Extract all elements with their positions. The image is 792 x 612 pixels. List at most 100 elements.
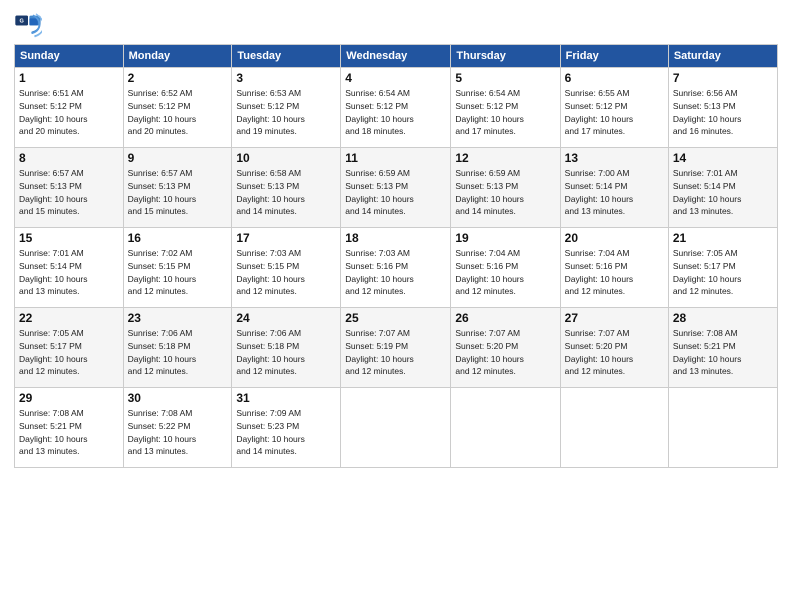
day-number: 24	[236, 311, 336, 325]
logo-icon: G	[14, 10, 42, 38]
day-info: Sunrise: 7:08 AM Sunset: 5:21 PM Dayligh…	[673, 327, 773, 378]
day-number: 1	[19, 71, 119, 85]
day-info: Sunrise: 7:00 AM Sunset: 5:14 PM Dayligh…	[565, 167, 664, 218]
calendar-cell: 12Sunrise: 6:59 AM Sunset: 5:13 PM Dayli…	[451, 148, 560, 228]
day-number: 10	[236, 151, 336, 165]
day-info: Sunrise: 7:04 AM Sunset: 5:16 PM Dayligh…	[455, 247, 555, 298]
day-number: 5	[455, 71, 555, 85]
day-info: Sunrise: 6:54 AM Sunset: 5:12 PM Dayligh…	[345, 87, 446, 138]
day-info: Sunrise: 7:08 AM Sunset: 5:22 PM Dayligh…	[128, 407, 228, 458]
weekday-header-wednesday: Wednesday	[341, 45, 451, 68]
calendar-cell: 30 Sunrise: 7:08 AM Sunset: 5:22 PM Dayli…	[123, 388, 232, 468]
day-number: 15	[19, 231, 119, 245]
day-number: 4	[345, 71, 446, 85]
weekday-header-saturday: Saturday	[668, 45, 777, 68]
day-info: Sunrise: 7:06 AM Sunset: 5:18 PM Dayligh…	[128, 327, 228, 378]
day-number: 27	[565, 311, 664, 325]
day-info: Sunrise: 6:57 AM Sunset: 5:13 PM Dayligh…	[128, 167, 228, 218]
day-number: 30	[128, 391, 228, 405]
day-info: Sunrise: 7:03 AM Sunset: 5:15 PM Dayligh…	[236, 247, 336, 298]
calendar-cell: 15 Sunrise: 7:01 AM Sunset: 5:14 PM Dayli…	[15, 228, 124, 308]
page-header: G	[14, 10, 778, 38]
calendar-cell: 16 Sunrise: 7:02 AM Sunset: 5:15 PM Dayli…	[123, 228, 232, 308]
day-info: Sunrise: 7:02 AM Sunset: 5:15 PM Dayligh…	[128, 247, 228, 298]
day-number: 8	[19, 151, 119, 165]
day-info: Sunrise: 7:04 AM Sunset: 5:16 PM Dayligh…	[565, 247, 664, 298]
calendar-cell	[560, 388, 668, 468]
day-info: Sunrise: 7:07 AM Sunset: 5:19 PM Dayligh…	[345, 327, 446, 378]
calendar-cell: 28 Sunrise: 7:08 AM Sunset: 5:21 PM Dayli…	[668, 308, 777, 388]
calendar-cell: 17 Sunrise: 7:03 AM Sunset: 5:15 PM Dayli…	[232, 228, 341, 308]
calendar-cell: 22Sunrise: 7:05 AM Sunset: 5:17 PM Dayli…	[15, 308, 124, 388]
day-info: Sunrise: 7:09 AM Sunset: 5:23 PM Dayligh…	[236, 407, 336, 458]
calendar-cell: 19 Sunrise: 7:04 AM Sunset: 5:16 PM Dayli…	[451, 228, 560, 308]
calendar-cell: 20Sunrise: 7:04 AM Sunset: 5:16 PM Dayli…	[560, 228, 668, 308]
day-number: 19	[455, 231, 555, 245]
calendar-cell: 3 Sunrise: 6:53 AM Sunset: 5:12 PM Daylig…	[232, 68, 341, 148]
day-number: 25	[345, 311, 446, 325]
day-number: 6	[565, 71, 664, 85]
day-info: Sunrise: 7:07 AM Sunset: 5:20 PM Dayligh…	[455, 327, 555, 378]
calendar-cell: 9 Sunrise: 6:57 AM Sunset: 5:13 PM Daylig…	[123, 148, 232, 228]
day-info: Sunrise: 7:01 AM Sunset: 5:14 PM Dayligh…	[19, 247, 119, 298]
day-number: 16	[128, 231, 228, 245]
calendar-cell: 23 Sunrise: 7:06 AM Sunset: 5:18 PM Dayli…	[123, 308, 232, 388]
day-number: 31	[236, 391, 336, 405]
day-number: 13	[565, 151, 664, 165]
calendar-cell: 2 Sunrise: 6:52 AM Sunset: 5:12 PM Daylig…	[123, 68, 232, 148]
day-number: 7	[673, 71, 773, 85]
svg-text:G: G	[20, 19, 24, 25]
day-number: 11	[345, 151, 446, 165]
weekday-header-monday: Monday	[123, 45, 232, 68]
calendar-cell: 21 Sunrise: 7:05 AM Sunset: 5:17 PM Dayli…	[668, 228, 777, 308]
day-number: 29	[19, 391, 119, 405]
calendar-table: SundayMondayTuesdayWednesdayThursdayFrid…	[14, 44, 778, 468]
calendar-cell: 14 Sunrise: 7:01 AM Sunset: 5:14 PM Dayli…	[668, 148, 777, 228]
day-info: Sunrise: 7:08 AM Sunset: 5:21 PM Dayligh…	[19, 407, 119, 458]
day-info: Sunrise: 7:05 AM Sunset: 5:17 PM Dayligh…	[673, 247, 773, 298]
page-container: G SundayMondayTuesdayWednesdayThursdayFr…	[0, 0, 792, 612]
day-info: Sunrise: 6:51 AM Sunset: 5:12 PM Dayligh…	[19, 87, 119, 138]
calendar-week-4: 22Sunrise: 7:05 AM Sunset: 5:17 PM Dayli…	[15, 308, 778, 388]
calendar-week-5: 29 Sunrise: 7:08 AM Sunset: 5:21 PM Dayli…	[15, 388, 778, 468]
weekday-header-tuesday: Tuesday	[232, 45, 341, 68]
day-number: 9	[128, 151, 228, 165]
calendar-cell: 7 Sunrise: 6:56 AM Sunset: 5:13 PM Daylig…	[668, 68, 777, 148]
day-number: 2	[128, 71, 228, 85]
day-info: Sunrise: 6:54 AM Sunset: 5:12 PM Dayligh…	[455, 87, 555, 138]
day-info: Sunrise: 7:01 AM Sunset: 5:14 PM Dayligh…	[673, 167, 773, 218]
day-number: 3	[236, 71, 336, 85]
day-info: Sunrise: 7:07 AM Sunset: 5:20 PM Dayligh…	[565, 327, 664, 378]
weekday-header-thursday: Thursday	[451, 45, 560, 68]
day-info: Sunrise: 6:53 AM Sunset: 5:12 PM Dayligh…	[236, 87, 336, 138]
day-number: 23	[128, 311, 228, 325]
calendar-cell	[451, 388, 560, 468]
day-number: 17	[236, 231, 336, 245]
calendar-header-row: SundayMondayTuesdayWednesdayThursdayFrid…	[15, 45, 778, 68]
calendar-cell	[668, 388, 777, 468]
calendar-cell: 10 Sunrise: 6:58 AM Sunset: 5:13 PM Dayli…	[232, 148, 341, 228]
calendar-cell: 27 Sunrise: 7:07 AM Sunset: 5:20 PM Dayli…	[560, 308, 668, 388]
day-number: 18	[345, 231, 446, 245]
calendar-cell: 5 Sunrise: 6:54 AM Sunset: 5:12 PM Daylig…	[451, 68, 560, 148]
logo: G	[14, 10, 46, 38]
weekday-header-sunday: Sunday	[15, 45, 124, 68]
calendar-cell: 25 Sunrise: 7:07 AM Sunset: 5:19 PM Dayli…	[341, 308, 451, 388]
day-info: Sunrise: 7:03 AM Sunset: 5:16 PM Dayligh…	[345, 247, 446, 298]
day-number: 12	[455, 151, 555, 165]
calendar-week-3: 15 Sunrise: 7:01 AM Sunset: 5:14 PM Dayli…	[15, 228, 778, 308]
day-number: 14	[673, 151, 773, 165]
day-info: Sunrise: 6:58 AM Sunset: 5:13 PM Dayligh…	[236, 167, 336, 218]
weekday-header-friday: Friday	[560, 45, 668, 68]
day-number: 28	[673, 311, 773, 325]
day-info: Sunrise: 6:52 AM Sunset: 5:12 PM Dayligh…	[128, 87, 228, 138]
calendar-cell: 13 Sunrise: 7:00 AM Sunset: 5:14 PM Dayli…	[560, 148, 668, 228]
calendar-week-2: 8 Sunrise: 6:57 AM Sunset: 5:13 PM Daylig…	[15, 148, 778, 228]
calendar-cell: 26Sunrise: 7:07 AM Sunset: 5:20 PM Dayli…	[451, 308, 560, 388]
calendar-cell: 29 Sunrise: 7:08 AM Sunset: 5:21 PM Dayli…	[15, 388, 124, 468]
day-number: 21	[673, 231, 773, 245]
day-info: Sunrise: 6:56 AM Sunset: 5:13 PM Dayligh…	[673, 87, 773, 138]
day-info: Sunrise: 7:06 AM Sunset: 5:18 PM Dayligh…	[236, 327, 336, 378]
calendar-cell: 4 Sunrise: 6:54 AM Sunset: 5:12 PM Daylig…	[341, 68, 451, 148]
calendar-cell: 24 Sunrise: 7:06 AM Sunset: 5:18 PM Dayli…	[232, 308, 341, 388]
